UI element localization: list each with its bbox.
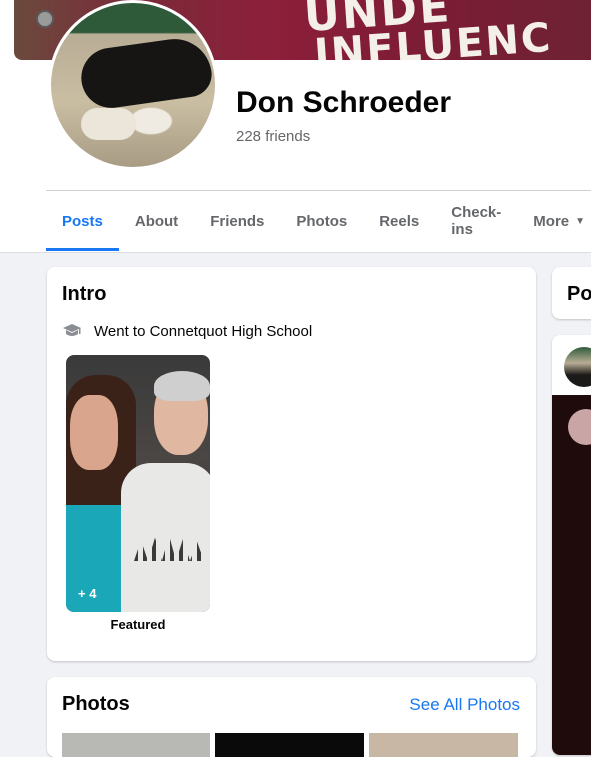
tab-reels[interactable]: Reels [363, 191, 435, 251]
tab-about[interactable]: About [119, 191, 194, 251]
tab-photos[interactable]: Photos [280, 191, 363, 251]
post-card [552, 335, 591, 755]
photos-card: Photos See All Photos [47, 677, 536, 757]
intro-title: Intro [62, 283, 107, 305]
profile-name: Don Schroeder [236, 86, 452, 119]
photos-title: Photos [62, 693, 130, 715]
tab-more[interactable]: More ▼ [517, 191, 591, 251]
photo-thumbnail[interactable] [62, 733, 210, 757]
graduation-cap-icon [62, 323, 82, 339]
photo-thumbnail[interactable] [369, 733, 518, 757]
featured-woman-face [70, 395, 118, 470]
profile-tabs: Posts About Friends Photos Reels Check-i… [46, 191, 591, 251]
post-author-avatar[interactable] [564, 347, 591, 387]
profile-header: UNDE INFLUENC Don Schroeder 228 friends … [0, 0, 591, 253]
tab-checkins[interactable]: Check-ins [435, 191, 517, 251]
featured-man-hair [154, 371, 210, 401]
tab-friends[interactable]: Friends [194, 191, 280, 251]
featured-photo[interactable]: + 4 [66, 355, 210, 612]
photo-thumbnail[interactable] [215, 733, 364, 757]
posts-header-card: Po [552, 267, 591, 319]
posts-title: Po [567, 283, 591, 305]
tab-more-label: More [533, 212, 570, 230]
featured-man-shirt [121, 463, 210, 612]
friends-count[interactable]: 228 friends [236, 128, 310, 145]
tab-posts[interactable]: Posts [46, 191, 119, 251]
avatar-dog [77, 34, 215, 112]
featured-more-count: + 4 [78, 586, 97, 601]
intro-card: Intro Went to Connetquot High School + 4… [47, 267, 536, 661]
cover-pin [36, 10, 54, 28]
caret-down-icon: ▼ [575, 215, 586, 227]
see-all-photos-link[interactable]: See All Photos [409, 695, 520, 715]
intro-education-row: Went to Connetquot High School [62, 320, 312, 342]
profile-avatar[interactable] [48, 0, 218, 170]
education-text: Went to Connetquot High School [94, 322, 313, 340]
post-photo[interactable] [552, 395, 591, 755]
post-photo-detail [568, 409, 591, 445]
featured-label: Featured [110, 617, 166, 632]
avatar-cat [81, 108, 136, 140]
